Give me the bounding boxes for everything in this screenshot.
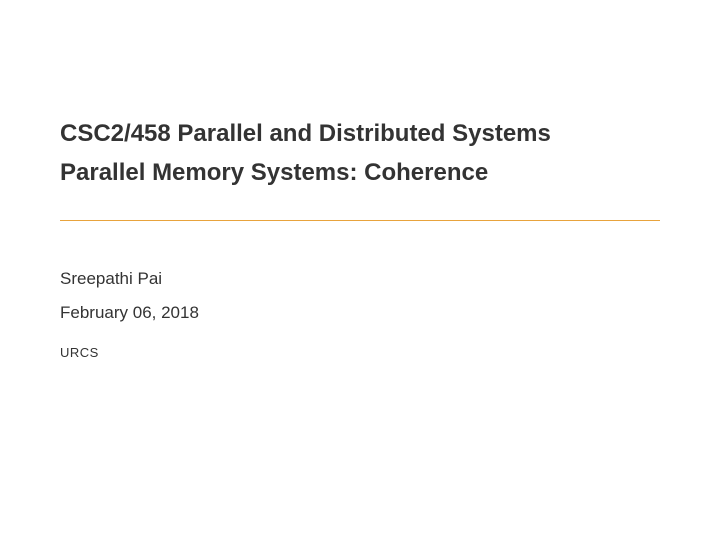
title-slide: CSC2/458 Parallel and Distributed System… bbox=[0, 0, 720, 541]
lecture-date: February 06, 2018 bbox=[60, 303, 660, 323]
author-name: Sreepathi Pai bbox=[60, 269, 660, 289]
course-title: CSC2/458 Parallel and Distributed System… bbox=[60, 118, 660, 149]
lecture-title: Parallel Memory Systems: Coherence bbox=[60, 157, 660, 188]
divider-rule bbox=[60, 220, 660, 221]
institution: URCS bbox=[60, 345, 660, 360]
